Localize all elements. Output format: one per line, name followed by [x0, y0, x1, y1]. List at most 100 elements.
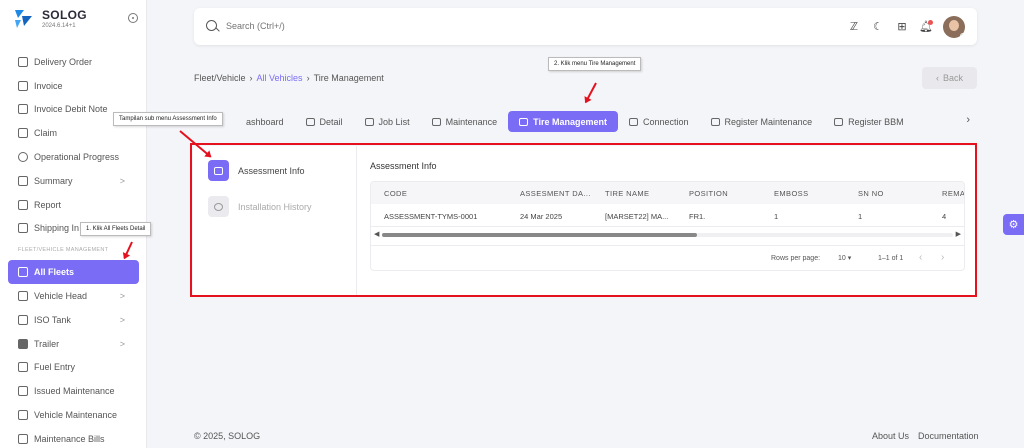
breadcrumb: Fleet/Vehicle › All Vehicles › Tire Mana… [194, 73, 384, 83]
sidebar-item-fuel-entry[interactable]: Fuel Entry [0, 356, 146, 380]
tab-connection[interactable]: Connection [618, 111, 700, 132]
sidebar-item-all-fleets[interactable]: All Fleets [8, 260, 139, 285]
search-icon [206, 20, 217, 31]
briefcase-icon [364, 117, 374, 126]
sidebar-item-trailer[interactable]: Trailer > [0, 332, 146, 356]
detail-icon [305, 117, 315, 126]
sidebar-item-report[interactable]: Report [0, 193, 146, 217]
chevron-right-icon[interactable]: › [966, 114, 970, 126]
back-button[interactable]: ‹ Back [922, 67, 977, 89]
tab-detail[interactable]: Detail [295, 111, 354, 132]
sidebar-item-iso-tank[interactable]: ISO Tank > [0, 308, 146, 332]
file-icon [710, 117, 720, 126]
annotation-submenu: Tampilan sub menu Assessment Info [113, 112, 223, 126]
sidebar-item-issued-maintenance[interactable]: Issued Maintenance [0, 379, 146, 403]
fuel-icon [834, 117, 844, 126]
footer-about-link[interactable]: About Us [872, 431, 909, 441]
sidebar-item-maintenance-bills[interactable]: Maintenance Bills [0, 427, 146, 448]
solog-logo-icon [12, 6, 36, 30]
moon-icon[interactable]: ☾ [871, 20, 885, 34]
tab-bar: ashboard Detail Job List Maintenance Tir… [194, 110, 984, 133]
apps-grid-icon[interactable]: ⊞ [895, 20, 909, 34]
footer-docs-link[interactable]: Documentation [918, 431, 979, 441]
sidebar-item-vehicle-head[interactable]: Vehicle Head > [0, 284, 146, 308]
brand[interactable]: SOLOG 2024.6.14+1 [12, 6, 87, 30]
top-bar-actions: ℤ ☾ ⊞ 🔔︎ [847, 16, 965, 38]
tab-label: Detail [319, 116, 343, 127]
file-icon [18, 80, 28, 91]
tab-maintenance[interactable]: Maintenance [421, 111, 509, 132]
annotation-step2: 2. Klik menu Tire Management [548, 57, 642, 71]
tab-label: ashboard [246, 116, 284, 127]
sidebar-item-label: ISO Tank [34, 314, 71, 325]
sidebar-item-label: Claim [34, 128, 58, 139]
collapse-sidebar-icon[interactable] [128, 13, 138, 23]
gauge-icon [18, 152, 28, 163]
annotation-frame [190, 143, 977, 297]
mechanic-icon [431, 117, 441, 126]
sidebar-item-label: Shipping In [34, 223, 80, 234]
bill-icon [18, 433, 28, 444]
sidebar-item-delivery-order[interactable]: Delivery Order [0, 50, 146, 74]
sidebar-item-label: Issued Maintenance [34, 386, 115, 397]
notification-dot [928, 20, 933, 25]
breadcrumb-sep: › [306, 73, 310, 83]
bell-icon[interactable]: 🔔︎ [919, 20, 933, 34]
search-input[interactable] [226, 18, 526, 34]
truck-icon [18, 56, 28, 67]
back-button-label: Back [942, 73, 963, 83]
sidebar-item-label: Fuel Entry [34, 362, 76, 373]
online-status-dot [960, 33, 965, 38]
sidebar-item-vehicle-maintenance[interactable]: Vehicle Maintenance [0, 403, 146, 427]
sidebar-item-label: Vehicle Maintenance [34, 410, 118, 421]
tab-label: Job List [378, 116, 410, 127]
translate-icon[interactable]: ℤ [847, 20, 861, 34]
vehicle-icon [18, 291, 28, 302]
car-icon [18, 410, 28, 421]
tank-icon [18, 314, 28, 325]
fleet-icon [18, 267, 28, 278]
tab-tire-management[interactable]: Tire Management [508, 111, 618, 132]
top-bar: ℤ ☾ ⊞ 🔔︎ [194, 8, 977, 45]
footer-copyright: © 2025, SOLOG [194, 431, 261, 441]
sidebar-item-label: Vehicle Head [34, 291, 88, 302]
tab-register-maintenance[interactable]: Register Maintenance [700, 111, 824, 132]
tab-label: Maintenance [445, 116, 498, 127]
tab-label: Tire Management [533, 116, 607, 127]
chevron-right-icon: > [119, 314, 125, 325]
report-icon [18, 199, 28, 210]
sidebar-item-summary[interactable]: Summary > [0, 169, 146, 193]
breadcrumb-all-vehicles[interactable]: All Vehicles [257, 73, 303, 83]
sidebar-item-operational-progress[interactable]: Operational Progress [0, 145, 146, 169]
sidebar-item-label: Report [34, 199, 62, 210]
file-icon [18, 386, 28, 397]
chevron-right-icon: > [119, 291, 125, 302]
sidebar-item-label: All Fleets [34, 267, 75, 278]
brand-name: SOLOG [42, 7, 87, 22]
shipping-icon [18, 223, 28, 234]
breadcrumb-root[interactable]: Fleet/Vehicle [194, 73, 246, 83]
annotation-arrow [584, 82, 597, 103]
file-icon [18, 128, 28, 139]
tab-register-bbm[interactable]: Register BBM [823, 111, 915, 132]
avatar[interactable] [943, 16, 965, 38]
sidebar-item-label: Delivery Order [34, 56, 93, 67]
connection-icon [628, 117, 638, 126]
file-icon [18, 104, 28, 115]
list-icon [18, 175, 28, 186]
tab-label: Connection [642, 116, 689, 127]
sidebar-item-label: Operational Progress [34, 152, 120, 163]
sidebar-nav: Delivery Order Invoice Invoice Debit Not… [0, 50, 146, 448]
tab-job-list[interactable]: Job List [354, 111, 421, 132]
chevron-right-icon: > [119, 338, 125, 349]
footer-links: About Us Documentation [872, 431, 979, 441]
fuel-icon [18, 362, 28, 373]
sidebar-item-invoice[interactable]: Invoice [0, 74, 146, 98]
tire-icon [519, 117, 529, 126]
sidebar-item-label: Invoice Debit Note [34, 104, 108, 115]
tab-label: Register BBM [848, 116, 904, 127]
trailer-icon [18, 338, 28, 349]
sidebar-item-label: Maintenance Bills [34, 433, 105, 444]
sidebar-item-label: Summary [34, 175, 73, 186]
settings-gear-icon[interactable]: ⚙ [1003, 214, 1024, 235]
